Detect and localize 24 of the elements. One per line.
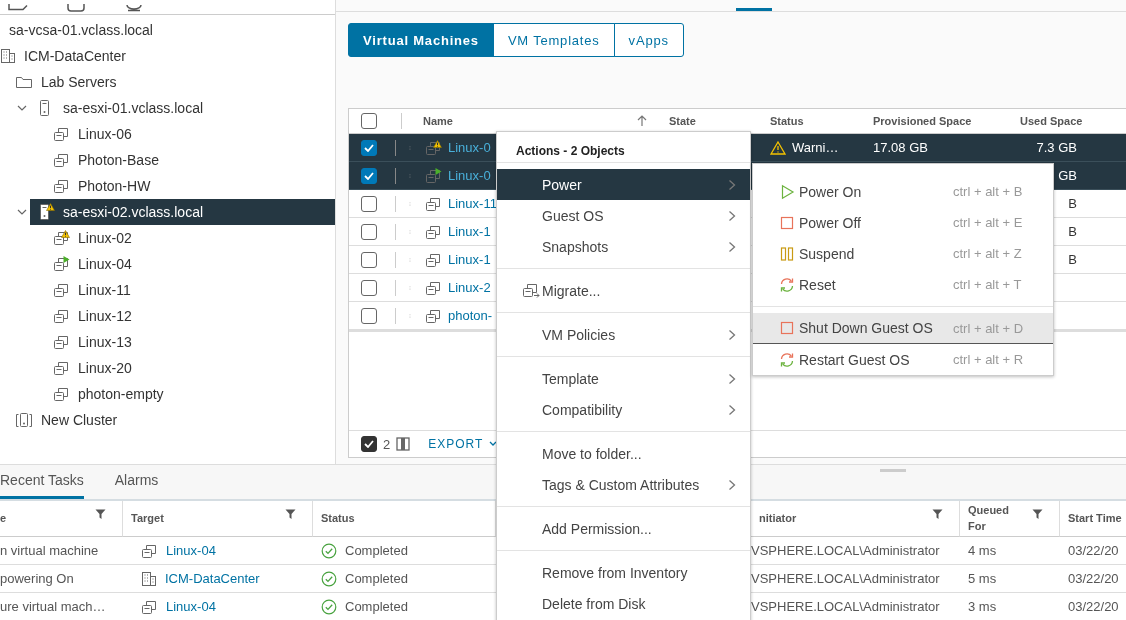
status-text: Completed <box>345 543 408 558</box>
initiator: VSPHERE.LOCAL\Administrator <box>751 599 940 614</box>
queued-time: 5 ms <box>968 571 997 586</box>
queued-time: 3 ms <box>968 599 997 614</box>
used-space: B <box>1068 252 1077 267</box>
initiator: VSPHERE.LOCAL\Administrator <box>751 543 940 558</box>
queued-time: 4 ms <box>968 543 997 558</box>
selected-count: 2 <box>383 436 391 452</box>
status-text: Completed <box>345 599 408 614</box>
used-space: B <box>1068 196 1077 211</box>
task-name: n virtual machine <box>0 543 99 558</box>
used-space: 7.3 GB <box>1036 140 1077 155</box>
start-time: 03/22/20 <box>1068 543 1119 558</box>
task-name: powering On <box>0 571 74 586</box>
start-time: 03/22/20 <box>1068 571 1119 586</box>
provisioned-space: 17.08 GB <box>873 140 928 155</box>
used-space: B <box>1068 224 1077 239</box>
menu-title: Actions - 2 Objects <box>516 144 625 158</box>
task-name: ure virtual mach… <box>0 599 106 614</box>
initiator: VSPHERE.LOCAL\Administrator <box>751 571 940 586</box>
status-text: Warni… <box>792 140 839 155</box>
status-text: Completed <box>345 571 408 586</box>
used-space: GB <box>1058 168 1077 183</box>
start-time: 03/22/20 <box>1068 599 1119 614</box>
